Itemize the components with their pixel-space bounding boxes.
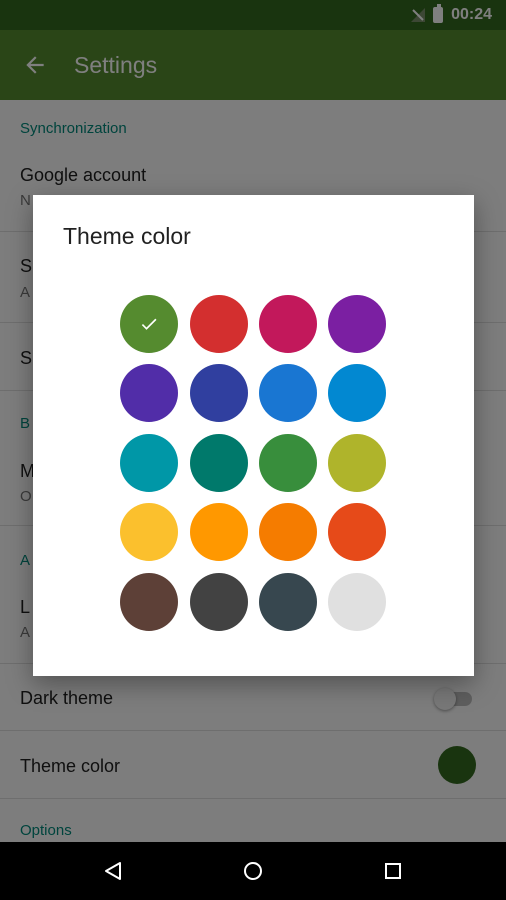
color-swatch[interactable] [259,295,317,353]
color-swatch[interactable] [120,573,178,631]
color-swatch[interactable] [190,295,248,353]
color-swatch[interactable] [120,364,178,422]
color-swatch[interactable] [120,434,178,492]
home-circle-icon[interactable] [241,859,265,883]
color-swatch[interactable] [190,434,248,492]
theme-color-dialog: Theme color [33,195,474,676]
dialog-title: Theme color [63,223,191,249]
color-swatch[interactable] [259,434,317,492]
navigation-bar [0,842,506,900]
color-swatch[interactable] [328,434,386,492]
color-swatch[interactable] [259,503,317,561]
color-swatch[interactable] [190,573,248,631]
color-swatch[interactable] [328,503,386,561]
recents-square-icon[interactable] [381,859,405,883]
color-swatch[interactable] [259,364,317,422]
color-swatch[interactable] [190,364,248,422]
color-swatch[interactable] [120,503,178,561]
color-swatch[interactable] [120,295,178,353]
color-swatch[interactable] [259,573,317,631]
color-swatch[interactable] [328,364,386,422]
color-swatch[interactable] [328,573,386,631]
back-triangle-icon[interactable] [101,859,125,883]
color-swatch[interactable] [328,295,386,353]
color-swatch[interactable] [190,503,248,561]
check-icon [141,318,157,330]
